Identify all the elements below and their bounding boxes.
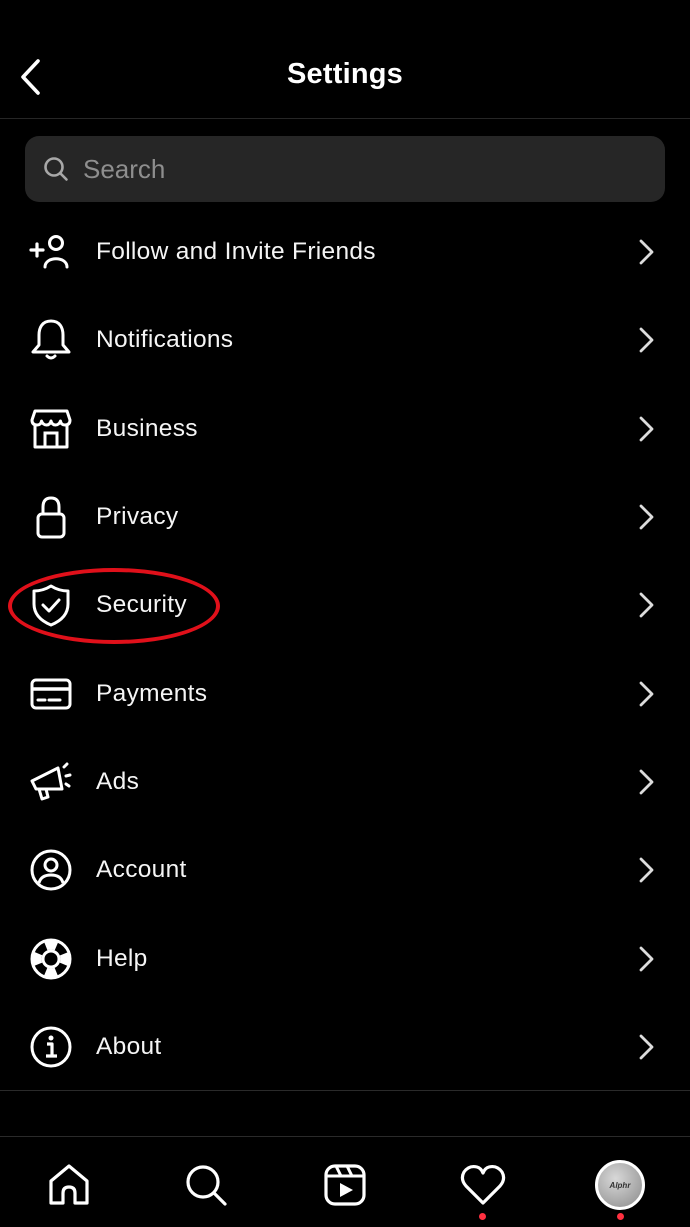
chevron-right-icon <box>639 769 654 795</box>
profile-notification-dot <box>617 1213 624 1220</box>
search-icon <box>44 157 68 181</box>
tab-search[interactable] <box>176 1155 236 1215</box>
megaphone-icon <box>30 762 72 801</box>
menu-item-help[interactable]: Help <box>0 914 690 1002</box>
menu-item-notifications[interactable]: Notifications <box>0 296 690 384</box>
tab-profile[interactable]: Alphr <box>590 1155 650 1215</box>
user-circle-icon <box>30 849 72 891</box>
menu-item-ads[interactable]: Ads <box>0 738 690 826</box>
search-bar[interactable] <box>25 136 665 202</box>
shield-check-icon <box>32 584 70 627</box>
tab-activity[interactable] <box>453 1155 513 1215</box>
menu-item-business[interactable]: Business <box>0 385 690 473</box>
menu-item-label: About <box>96 1032 162 1060</box>
menu-item-label: Business <box>96 414 198 442</box>
menu-item-label: Payments <box>96 679 208 707</box>
chevron-right-icon <box>639 416 654 442</box>
lock-icon <box>36 496 66 539</box>
header: Settings <box>0 0 690 119</box>
menu-item-account[interactable]: Account <box>0 826 690 914</box>
tab-reels[interactable] <box>315 1155 375 1215</box>
menu-item-label: Account <box>96 856 187 884</box>
chevron-right-icon <box>639 946 654 971</box>
search-input[interactable] <box>83 153 643 185</box>
menu-item-label: Help <box>96 944 148 972</box>
info-icon <box>30 1026 72 1068</box>
menu-item-follow-invite-friends[interactable]: Follow and Invite Friends <box>0 208 690 296</box>
tab-home[interactable] <box>39 1155 99 1215</box>
chevron-right-icon <box>639 504 654 530</box>
menu-item-about[interactable]: About <box>0 1003 690 1091</box>
bell-icon <box>31 319 71 360</box>
chevron-right-icon <box>639 239 654 265</box>
bottom-tab-bar: Alphr <box>0 1137 690 1227</box>
page-title: Settings <box>287 58 403 90</box>
chevron-right-icon <box>639 681 654 707</box>
menu-item-privacy[interactable]: Privacy <box>0 473 690 561</box>
activity-notification-dot <box>479 1213 486 1220</box>
menu-item-label: Privacy <box>96 503 179 531</box>
reels-icon <box>324 1164 366 1206</box>
search-icon <box>186 1165 227 1206</box>
divider <box>0 1090 690 1091</box>
add-person-icon <box>29 235 69 269</box>
menu-item-label: Follow and Invite Friends <box>96 238 376 266</box>
settings-menu: Follow and Invite Friends Notifications … <box>0 208 690 1091</box>
menu-item-payments[interactable]: Payments <box>0 649 690 737</box>
home-icon <box>49 1164 89 1205</box>
chevron-right-icon <box>639 328 654 353</box>
menu-item-security[interactable]: Security <box>0 561 690 649</box>
menu-item-label: Ads <box>96 767 140 795</box>
avatar: Alphr <box>595 1160 645 1210</box>
menu-item-label: Notifications <box>96 326 234 354</box>
chevron-right-icon <box>639 857 654 883</box>
menu-item-label: Security <box>96 591 187 619</box>
lifebuoy-icon <box>30 938 72 980</box>
chevron-right-icon <box>639 1034 654 1060</box>
heart-icon <box>460 1164 506 1205</box>
chevron-right-icon <box>639 592 654 618</box>
storefront-icon <box>30 409 72 449</box>
credit-card-icon <box>30 678 72 710</box>
